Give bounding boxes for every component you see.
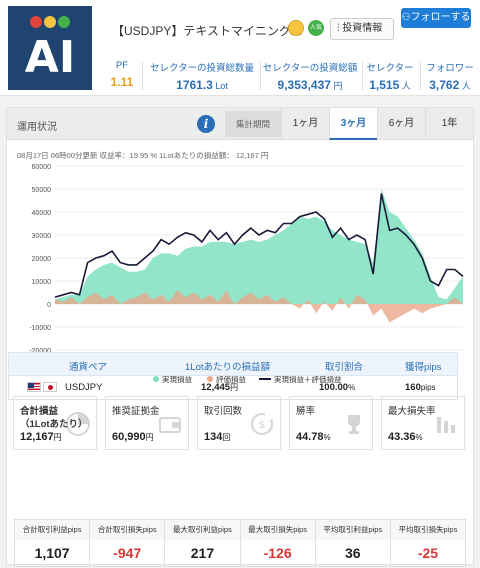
section-label: 運用状況 (17, 122, 57, 133)
card-label: 取引回数 (204, 406, 243, 417)
y-tick-label: 60000 (32, 164, 52, 171)
pips-stats-table: 合計取引利益pips 合計取引損失pips 最大取引利益pips 最大取引損失p… (14, 519, 466, 567)
tab-1-month[interactable]: 1ヶ月 (281, 108, 329, 140)
y-tick-label: 50000 (32, 187, 52, 194)
y-tick-label: 40000 (32, 210, 52, 217)
period-tabs: 運用状況 i 集計期間 1ヶ月 3ヶ月 6ヶ月 1年 (7, 108, 473, 140)
divider (420, 62, 421, 90)
card-total-pnl: 合計損益 （1Lotあたり） 12,167円 (13, 396, 97, 450)
card-required-margin: 推奨証拠金 60,990円 (105, 396, 189, 450)
tab-1-year[interactable]: 1年 (425, 108, 473, 140)
strategy-header: AI 【USDJPY】テキストマイニングAI 人気 ⫶ 投資情報 ⚇フォローする… (0, 0, 480, 96)
wallet-icon (159, 417, 181, 433)
character-badge-icon (288, 20, 304, 36)
performance-panel: 運用状況 i 集計期間 1ヶ月 3ヶ月 6ヶ月 1年 08月17日 06時00分… (6, 107, 474, 565)
y-tick-label: 30000 (32, 233, 52, 240)
card-label: 勝率 (296, 406, 316, 417)
table-row: USDJPY 12,445円 100.00% 160pips (8, 376, 458, 400)
follow-button[interactable]: ⚇フォローする (401, 8, 471, 28)
logo-text: AI (24, 32, 76, 83)
us-flag-icon (27, 382, 41, 392)
divider (142, 62, 143, 90)
tab-6-months[interactable]: 6ヶ月 (377, 108, 425, 140)
popular-badge: 人気 (308, 20, 324, 36)
stat-selectors[interactable]: セレクター 1,515 人 (364, 60, 416, 92)
divider (362, 62, 363, 90)
pie-chart-icon (66, 412, 90, 436)
card-trade-count: 取引回数 134回 $ (197, 396, 281, 450)
invest-info-button[interactable]: ⫶ 投資情報 (330, 18, 394, 40)
card-label: 推奨証拠金 (112, 406, 160, 417)
tab-3-months[interactable]: 3ヶ月 (329, 108, 377, 140)
strategy-logo: AI (8, 6, 92, 90)
svg-text:$: $ (259, 418, 266, 431)
jp-flag-icon (43, 382, 57, 392)
stat-followers[interactable]: フォロワー 3,762 人 (424, 60, 476, 92)
sliders-icon: ⫶ (337, 23, 340, 34)
card-max-loss-rate: 最大損失率 43.36% (381, 396, 465, 450)
stat-total-amount: セレクターの投資総額 9,353,437 円 (262, 63, 358, 92)
divider (260, 62, 261, 90)
y-tick-label: 0 (47, 302, 51, 309)
card-win-rate: 勝率 44.78% (289, 396, 373, 450)
table-header: 通貨ペア 1Lotあたりの損益額 取引割合 獲得pips (8, 352, 458, 376)
table-row: 1,107 -947 217 -126 36 -25 (15, 540, 465, 566)
stat-total-lots: セレクターの投資総数量 1761.3 Lot (149, 63, 255, 92)
follow-label: フォローする (410, 12, 471, 23)
strategy-title: 【USDJPY】テキストマイニングAI (112, 24, 303, 38)
y-tick-label: 10000 (32, 279, 52, 286)
trophy-icon (348, 415, 360, 434)
y-tick-label: 20000 (32, 256, 52, 263)
currency-pair-table: 通貨ペア 1Lotあたりの損益額 取引割合 獲得pips USDJPY 12,4… (8, 352, 458, 400)
series-area-realized (55, 189, 463, 304)
table-header: 合計取引利益pips 合計取引損失pips 最大取引利益pips 最大取引損失p… (15, 520, 466, 540)
bar-chart-icon (437, 417, 455, 433)
info-icon[interactable]: i (197, 115, 215, 133)
invest-info-label: 投資情報 (342, 23, 383, 34)
stat-pf: PF 1.11 (110, 60, 134, 89)
card-label: 最大損失率 (388, 406, 436, 417)
pnl-chart: 6000050000400003000020000100000-10000-20… (29, 164, 464, 361)
refresh-dollar-icon: $ (251, 413, 273, 435)
y-tick-label: -10000 (29, 325, 51, 332)
period-label: 集計期間 (225, 111, 281, 137)
